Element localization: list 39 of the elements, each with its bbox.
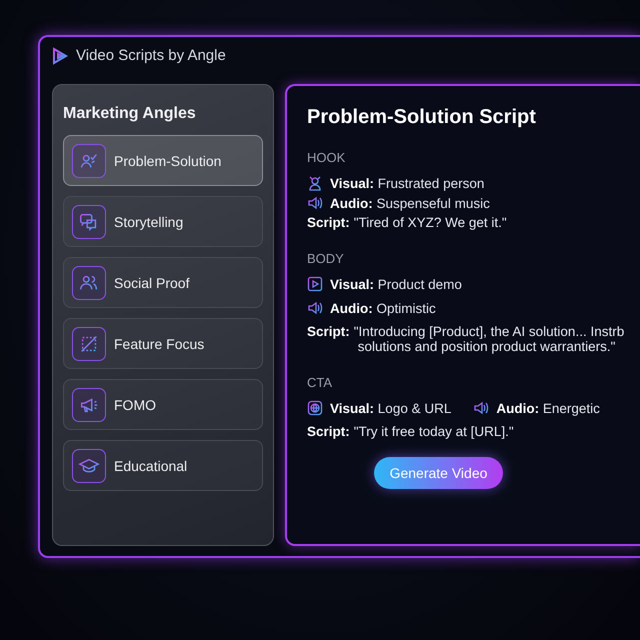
section-heading: BODY: [307, 251, 344, 266]
section-heading: HOOK: [307, 150, 346, 165]
angle-item[interactable]: Problem-Solution: [63, 135, 263, 186]
script-title: Problem-Solution Script: [307, 106, 537, 129]
generate-video-button[interactable]: Generate Video: [374, 457, 504, 489]
angle-item[interactable]: Educational: [63, 440, 263, 491]
chat-icon: [72, 204, 106, 238]
script-text: "Introducing [Product], the AI solution... Instrb: [354, 324, 624, 339]
speaker-icon: [307, 300, 323, 316]
angle-item[interactable]: Storytelling: [63, 196, 263, 247]
window-title: Video Scripts by Angle: [76, 47, 226, 64]
detail-text: Visual: Logo & URL: [330, 400, 452, 416]
cap-icon: [72, 448, 106, 482]
frame-icon: [72, 326, 106, 360]
people-icon: [72, 266, 106, 300]
globe-icon: [307, 400, 323, 416]
detail-text: Visual: Frustrated person: [330, 176, 484, 190]
person-check-icon: [72, 144, 106, 178]
person-icon: [307, 175, 323, 191]
detail-text: Audio: Suspenseful music: [330, 196, 490, 210]
script-label: Script:: [307, 324, 350, 341]
script-label: Script:: [307, 215, 350, 230]
detail-text: Audio: Optimistic: [330, 300, 436, 316]
angle-item[interactable]: Social Proof: [63, 257, 263, 308]
script-text: solutions and position product warrantiers.": [356, 339, 616, 354]
speaker-icon: [307, 195, 323, 211]
angle-item[interactable]: Feature Focus: [63, 318, 263, 369]
section-heading: CTA: [307, 375, 332, 390]
speaker-icon: [473, 400, 490, 416]
sidebar-title: Marketing Angles: [63, 105, 197, 123]
angle-item[interactable]: FOMO: [63, 379, 263, 430]
megaphone-icon: [72, 388, 106, 422]
detail-text: Audio: Energetic: [496, 400, 600, 416]
play-icon: [307, 276, 323, 292]
play-logo-icon: [52, 46, 68, 64]
script-text: "Tired of XYZ? We get it.": [354, 215, 507, 230]
script-label: Script:: [307, 424, 350, 439]
script-text: "Try it free today at [URL].": [354, 424, 514, 439]
detail-text: Visual: Product demo: [330, 276, 462, 292]
